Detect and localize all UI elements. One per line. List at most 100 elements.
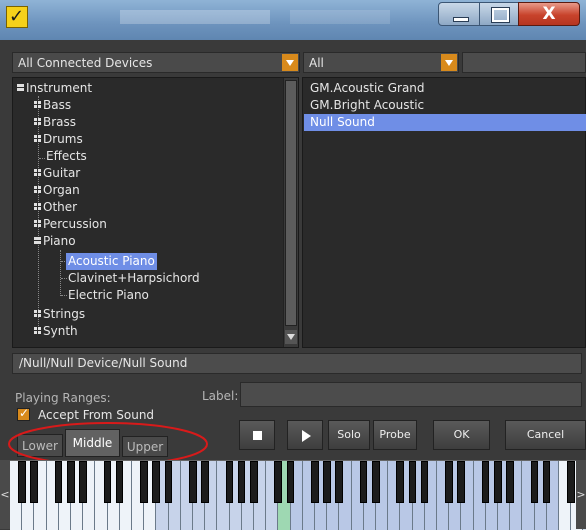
expand-icon[interactable] [34, 135, 41, 142]
stop-button[interactable] [239, 420, 275, 450]
list-item-selected[interactable]: Null Sound [304, 114, 586, 131]
checkmark-icon: ✓ [19, 406, 30, 420]
minimize-button[interactable] [438, 2, 480, 26]
list-item[interactable]: GM.Bright Acoustic [304, 97, 586, 114]
expand-icon[interactable] [34, 101, 41, 108]
keyboard-scroll-right[interactable]: > [576, 460, 586, 529]
tree-item-label: Bass [43, 98, 72, 112]
piano-black-key[interactable] [494, 461, 502, 503]
piano-black-key[interactable] [335, 461, 344, 503]
piano-black-key[interactable] [372, 461, 380, 503]
piano-black-key[interactable] [481, 461, 490, 503]
device-select[interactable]: All Connected Devices [12, 52, 300, 73]
piano-black-key[interactable] [323, 461, 331, 503]
piano-black-key[interactable] [420, 461, 429, 503]
tree-scroll-down[interactable] [285, 330, 297, 344]
piano-black-key[interactable] [115, 461, 124, 503]
sound-path-field: /Null/Null Device/Null Sound [12, 353, 582, 374]
search-input[interactable] [462, 52, 586, 73]
tree-item-electric-piano[interactable]: Electric Piano [68, 287, 149, 304]
tree-item-other[interactable]: Other [34, 199, 77, 216]
piano-black-key[interactable] [311, 461, 319, 503]
piano-black-key[interactable] [18, 461, 26, 503]
tree-item-effects[interactable]: Effects [46, 148, 87, 165]
expand-icon[interactable] [34, 310, 41, 317]
collapse-icon[interactable] [34, 237, 41, 244]
piano-black-key[interactable] [54, 461, 63, 503]
piano-black-key[interactable] [408, 461, 417, 503]
expand-icon[interactable] [34, 327, 41, 334]
tree-item-clavinet-harpsichord[interactable]: Clavinet+Harpsichord [68, 270, 200, 287]
ok-button[interactable]: OK [433, 420, 490, 450]
probe-button[interactable]: Probe [373, 420, 417, 450]
piano-black-key[interactable] [506, 461, 514, 503]
stop-icon [253, 431, 262, 440]
tree-item-label: Strings [43, 307, 86, 321]
tree-item-label: Electric Piano [68, 288, 149, 302]
tree-item-organ[interactable]: Organ [34, 182, 80, 199]
tree-item-percussion[interactable]: Percussion [34, 216, 107, 233]
piano-black-key[interactable] [237, 461, 246, 503]
tree-item-label: Organ [43, 183, 80, 197]
category-tree: Instrument Bass Brass Drums Effects Guit… [12, 77, 299, 348]
tree-item-piano[interactable]: Piano [34, 233, 76, 250]
piano-black-key[interactable] [286, 461, 295, 503]
tree-item-drums[interactable]: Drums [34, 131, 83, 148]
tree-item-synth[interactable]: Synth [34, 323, 78, 340]
piano-black-key[interactable] [152, 461, 161, 503]
title-text-blur [120, 10, 270, 24]
minimize-icon [453, 17, 469, 22]
piano-black-key[interactable] [201, 461, 209, 503]
piano-black-key[interactable] [542, 461, 551, 503]
expand-icon[interactable] [34, 118, 41, 125]
sound-label: GM.Bright Acoustic [310, 98, 425, 112]
label-input[interactable] [240, 382, 582, 407]
piano-keyboard[interactable] [10, 460, 586, 530]
tree-item-bass[interactable]: Bass [34, 97, 71, 114]
play-button[interactable] [287, 420, 323, 450]
expand-icon[interactable] [34, 169, 41, 176]
piano-black-key[interactable] [140, 461, 148, 503]
cancel-button[interactable]: Cancel [505, 420, 586, 450]
label-caption: Label: [202, 389, 239, 403]
piano-black-key[interactable] [530, 461, 539, 503]
expand-icon[interactable] [34, 203, 41, 210]
sound-label: Null Sound [310, 115, 375, 129]
piano-black-key[interactable] [250, 461, 258, 503]
piano-black-key[interactable] [567, 461, 575, 503]
piano-black-key[interactable] [103, 461, 112, 503]
piano-black-key[interactable] [359, 461, 368, 503]
maximize-button[interactable] [479, 2, 519, 26]
tree-scroll-thumb[interactable] [285, 80, 297, 326]
piano-black-key[interactable] [189, 461, 197, 503]
solo-button[interactable]: Solo [328, 420, 370, 450]
tree-item-instrument[interactable]: Instrument [17, 80, 92, 97]
piano-black-key[interactable] [396, 461, 405, 503]
piano-black-key[interactable] [225, 461, 234, 503]
expand-icon[interactable] [34, 186, 41, 193]
piano-black-key[interactable] [79, 461, 87, 503]
play-icon [302, 430, 311, 442]
keyboard-scroll-left[interactable]: < [0, 460, 10, 529]
tree-connector [39, 158, 45, 159]
piano-black-key[interactable] [274, 461, 283, 503]
tree-item-guitar[interactable]: Guitar [34, 165, 80, 182]
tree-item-strings[interactable]: Strings [34, 306, 85, 323]
collapse-icon[interactable] [17, 84, 24, 91]
tree-item-label: Drums [43, 132, 83, 146]
piano-black-key[interactable] [30, 461, 39, 503]
list-item[interactable]: GM.Acoustic Grand [304, 80, 586, 97]
close-button[interactable]: X [518, 2, 580, 26]
expand-icon[interactable] [34, 220, 41, 227]
piano-black-key[interactable] [445, 461, 453, 503]
filter-select[interactable]: All [303, 52, 459, 73]
tree-item-label: Brass [43, 115, 77, 129]
tree-item-acoustic-piano[interactable]: Acoustic Piano [66, 253, 157, 270]
chevron-down-icon [287, 334, 295, 340]
piano-black-key[interactable] [457, 461, 466, 503]
tree-item-brass[interactable]: Brass [34, 114, 76, 131]
tree-item-label: Other [43, 200, 78, 214]
piano-black-key[interactable] [164, 461, 173, 503]
piano-black-key[interactable] [67, 461, 75, 503]
tree-scrollbar[interactable] [283, 78, 298, 347]
